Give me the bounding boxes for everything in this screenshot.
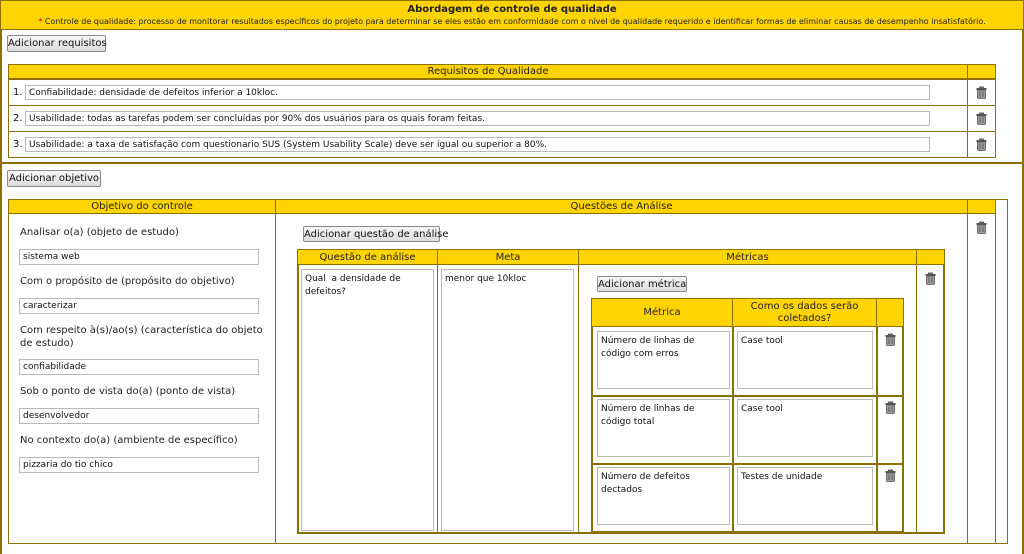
objective-field-label: Sob o ponto de vista do(a) (ponto de vis… [20, 386, 236, 397]
column-divider [967, 214, 968, 544]
requirement-input[interactable] [25, 85, 930, 100]
column-divider [995, 214, 996, 544]
requirement-number: 1. [13, 87, 23, 98]
column-divider [275, 214, 276, 544]
collection-method-field[interactable]: Case tool [737, 331, 873, 389]
column-divider [967, 105, 968, 132]
objective-header: Objetivo do controle [8, 199, 276, 214]
analysis-actions-header [967, 199, 996, 214]
analysis-question-field[interactable]: Qual a densidade de defeitos? [301, 269, 434, 531]
objective-field-label: Com respeito à(s)/ao(s) (característica … [20, 325, 263, 349]
delete-metric-button[interactable] [884, 333, 897, 346]
column-divider [916, 265, 917, 534]
trash-icon [925, 272, 936, 285]
objective-field-label: Com o propósito de (propósito do objetiv… [20, 276, 235, 287]
trash-icon [976, 138, 987, 151]
requirement-input[interactable] [25, 137, 930, 152]
goal-column-header: Meta [437, 249, 579, 265]
metric-field[interactable]: Número de linhas de código com erros [597, 331, 730, 389]
trash-icon [885, 401, 896, 414]
question-column-header: Questão de análise [297, 249, 438, 265]
collection-column-header: Como os dados serão coletados? [732, 298, 877, 327]
trash-icon [976, 221, 987, 234]
collection-method-field[interactable]: Testes de unidade [737, 467, 873, 525]
metrics-column-header: Métricas [578, 249, 917, 265]
column-divider [876, 327, 878, 533]
delete-metric-button[interactable] [884, 401, 897, 414]
page-title: Abordagem de controle de qualidade [407, 4, 617, 15]
required-asterisk: * [38, 17, 43, 26]
delete-metric-button[interactable] [884, 469, 897, 482]
objective-field-input[interactable] [19, 408, 259, 424]
requirement-input[interactable] [25, 111, 930, 126]
add-requirements-button[interactable]: Adicionar requisitos [7, 35, 107, 52]
metric-column-header: Métrica [591, 298, 733, 327]
delete-requirement-button[interactable] [975, 86, 988, 99]
goal-field[interactable]: menor que 10kloc [441, 269, 574, 531]
column-divider [437, 265, 438, 534]
analysis-questions-header: Questões de Análise [275, 199, 968, 214]
trash-icon [976, 86, 987, 99]
metric-field[interactable]: Número de defeitos dectados [597, 467, 730, 525]
column-divider [967, 79, 968, 106]
trash-icon [885, 333, 896, 346]
add-metric-button[interactable]: Adicionar métrica [597, 276, 687, 292]
objective-field-input[interactable] [19, 457, 259, 473]
delete-question-button[interactable] [924, 272, 937, 285]
delete-objective-button[interactable] [975, 221, 988, 234]
requirements-table-header: Requisitos de Qualidade [8, 64, 968, 79]
page-subtitle: * Controle de qualidade: processo de mon… [38, 16, 985, 27]
delete-requirement-button[interactable] [975, 112, 988, 125]
row-divider [591, 395, 904, 397]
page-header: Abordagem de controle de qualidade * Con… [0, 0, 1024, 30]
column-divider [732, 327, 734, 533]
trash-icon [885, 469, 896, 482]
column-divider [967, 131, 968, 158]
requirement-number: 2. [13, 113, 23, 124]
question-actions-header [916, 249, 945, 265]
metric-actions-header [876, 298, 904, 327]
objective-field-input[interactable] [19, 359, 259, 375]
objective-field-input[interactable] [19, 249, 259, 265]
objective-field-label: No contexto do(a) (ambiente de específic… [20, 435, 238, 446]
collection-method-field[interactable]: Case tool [737, 399, 873, 457]
metric-field[interactable]: Número de linhas de código total [597, 399, 730, 457]
delete-requirement-button[interactable] [975, 138, 988, 151]
trash-icon [976, 112, 987, 125]
column-divider [578, 265, 579, 534]
requirements-actions-header [967, 64, 996, 79]
objective-field-input[interactable] [19, 298, 259, 314]
subtitle-text: Controle de qualidade: processo de monit… [44, 17, 986, 26]
requirement-number: 3. [13, 139, 23, 150]
row-divider [591, 463, 904, 465]
objective-field-label: Analisar o(a) (objeto de estudo) [20, 227, 179, 238]
add-analysis-question-button[interactable]: Adicionar questão de análise [303, 226, 449, 242]
